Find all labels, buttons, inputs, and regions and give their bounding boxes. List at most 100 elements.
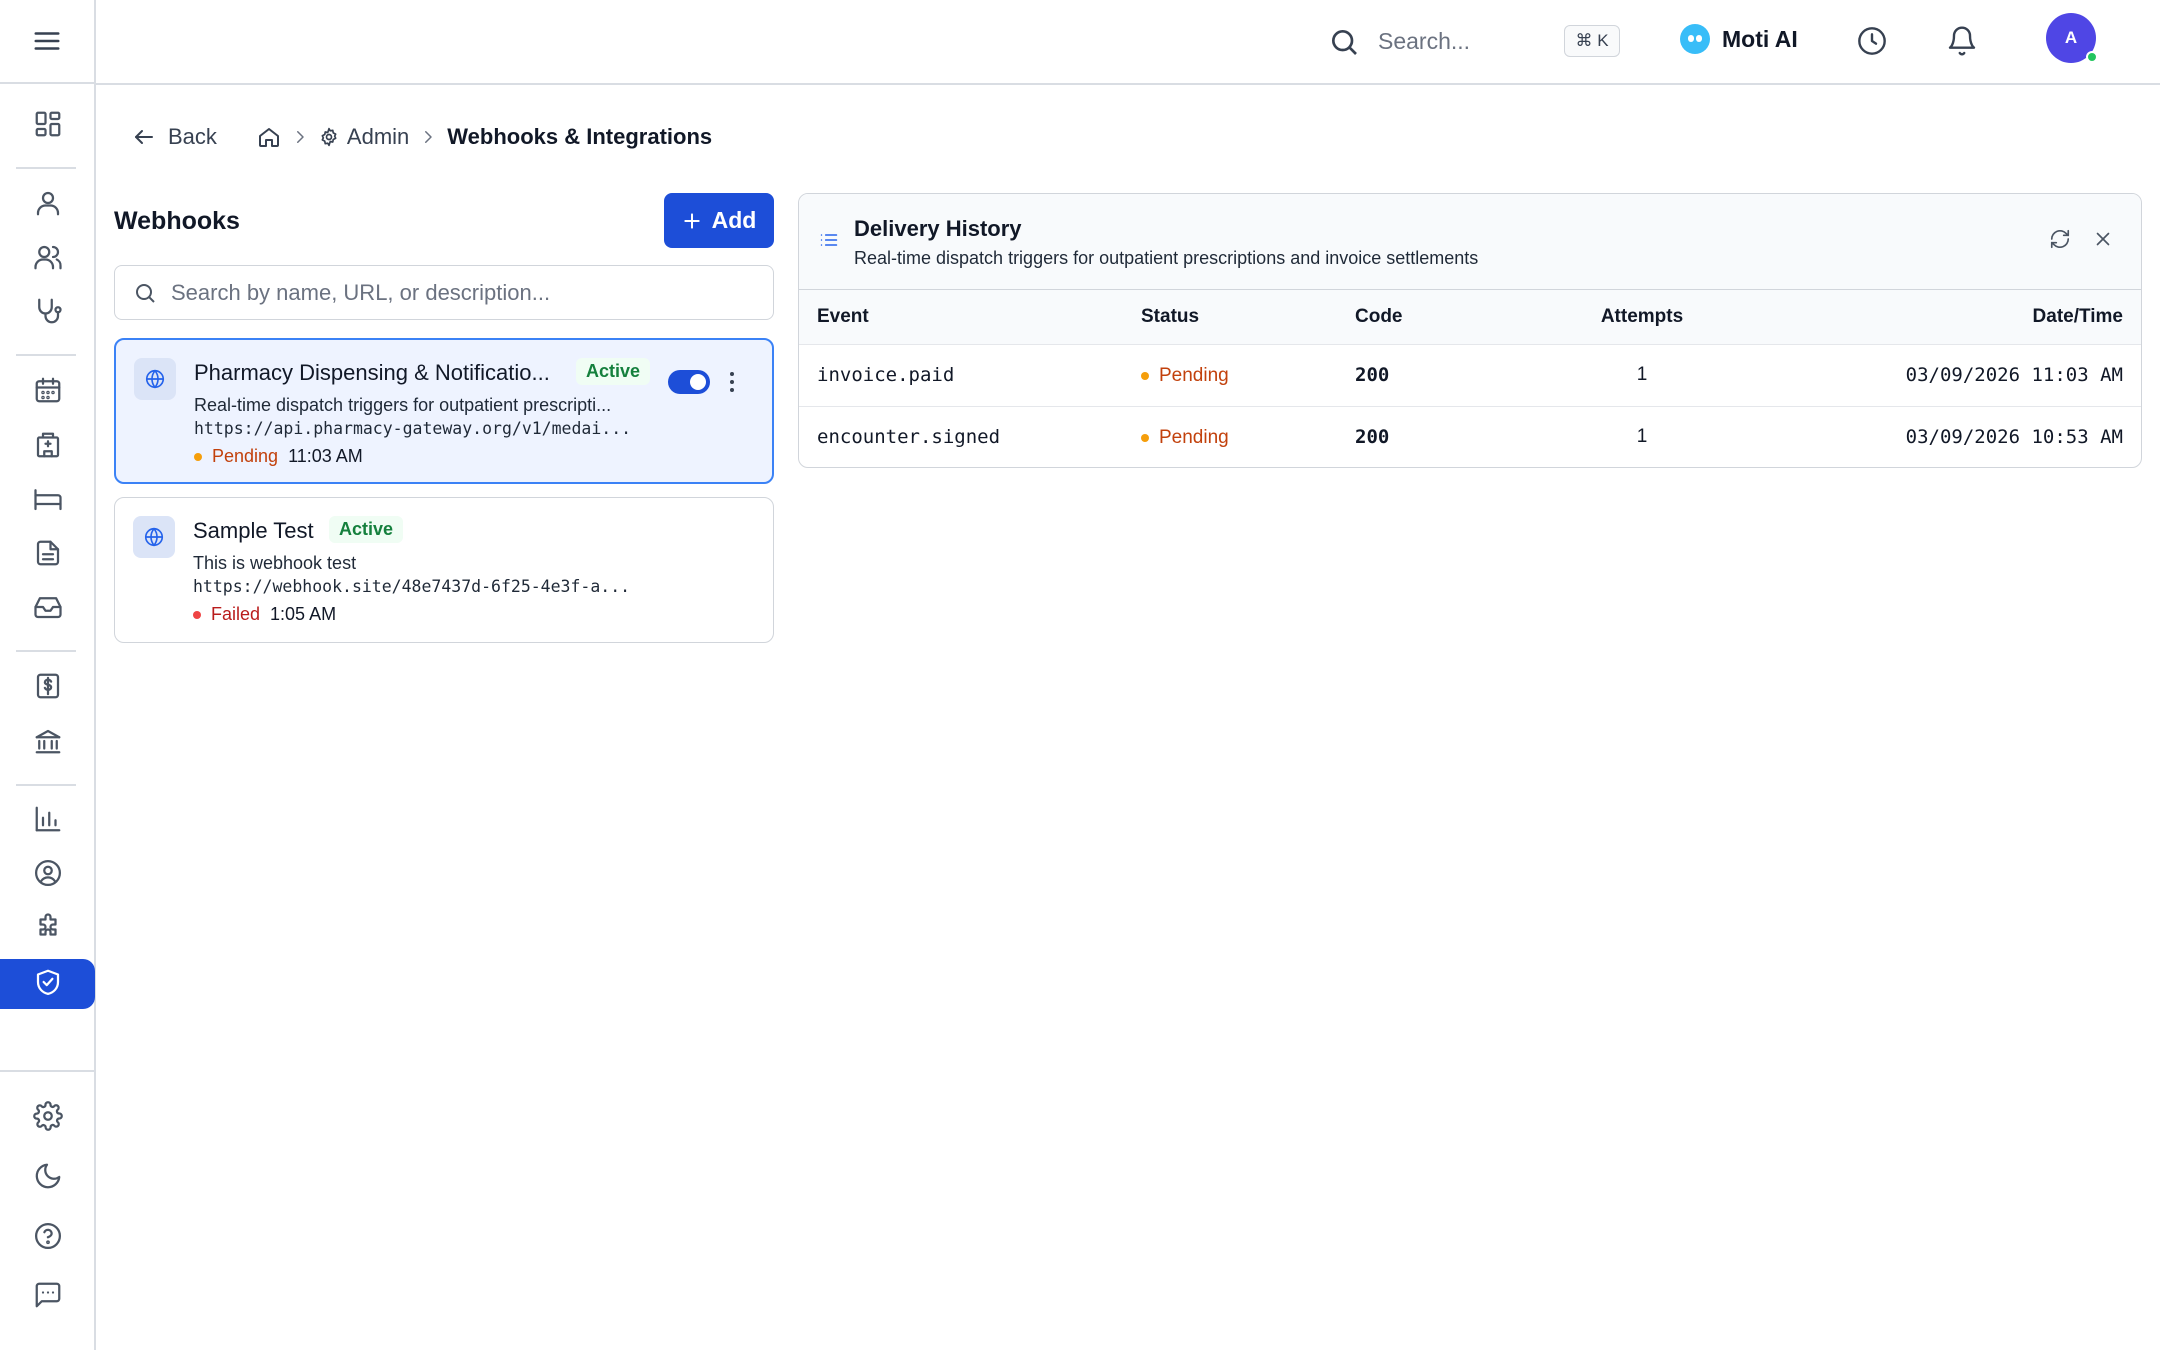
search-icon: [133, 281, 157, 305]
sidebar-item-clinical[interactable]: [0, 289, 96, 337]
delivery-status-label: Failed: [211, 604, 261, 624]
delivery-history-table: Event Status Code Attempts Date/Time inv…: [799, 290, 2141, 467]
last-delivery-status: Pending 11:03 AM: [194, 446, 363, 467]
delivery-history-header: Delivery History Real-time dispatch trig…: [799, 194, 2141, 290]
sidebar-item-profile[interactable]: [0, 851, 96, 899]
delivery-status-label: Pending: [212, 446, 279, 466]
back-button[interactable]: Back: [132, 124, 217, 150]
sidebar-header: [0, 0, 94, 84]
column-header-event[interactable]: Event: [799, 290, 1141, 345]
code-cell: 200: [1355, 426, 1390, 449]
add-webhook-button[interactable]: Add: [664, 193, 774, 248]
profile-icon: [33, 858, 63, 893]
column-header-attempts[interactable]: Attempts: [1553, 290, 1731, 345]
table-row[interactable]: invoice.paid Pending 200 1 03/09/2026 11…: [799, 344, 2141, 407]
back-label: Back: [168, 124, 217, 149]
table-header-row: Event Status Code Attempts Date/Time: [799, 290, 2141, 345]
bank-icon: [33, 726, 63, 761]
status-cell: Pending: [1141, 406, 1355, 467]
sidebar-item-finance[interactable]: [0, 719, 96, 767]
sidebar-item-documents[interactable]: [0, 531, 96, 579]
search-icon[interactable]: [1328, 26, 1360, 58]
event-cell: encounter.signed: [817, 426, 1001, 449]
home-icon[interactable]: [257, 125, 281, 149]
attempts-cell: 1: [1553, 344, 1731, 407]
datetime-cell: 03/09/2026 10:53 AM: [1905, 426, 2123, 449]
column-header-datetime[interactable]: Date/Time: [1731, 290, 2141, 345]
sidebar-item-settings[interactable]: [0, 1094, 96, 1142]
gear-icon: [319, 127, 339, 147]
webhooks-title: Webhooks: [114, 207, 240, 235]
sidebar-item-inbox[interactable]: [0, 585, 96, 633]
code-cell: 200: [1355, 344, 1553, 407]
bell-icon[interactable]: [1946, 25, 1978, 57]
settings-icon: [33, 1100, 63, 1136]
sidebar-item-dashboard[interactable]: [0, 102, 96, 150]
chart-icon: [33, 804, 63, 839]
billing-icon: [33, 671, 63, 706]
users-icon: [33, 242, 63, 277]
stethoscope-icon: [33, 296, 63, 331]
status-badge: Active: [576, 358, 651, 385]
puzzle-icon: [33, 912, 63, 947]
close-icon[interactable]: [2092, 228, 2114, 255]
history-icon[interactable]: [1856, 25, 1888, 57]
column-header-code[interactable]: Code: [1355, 290, 1553, 345]
shield-check-icon: [33, 967, 63, 1002]
sidebar-item-patients[interactable]: [0, 235, 96, 283]
sidebar-item-security[interactable]: [0, 960, 96, 1008]
status-dot: [193, 610, 201, 619]
status-label: Pending: [1159, 364, 1229, 386]
sidebar-item-user[interactable]: [0, 181, 96, 229]
add-button-label: Add: [711, 207, 757, 233]
webhook-card[interactable]: Sample Test Active This is webhook test …: [114, 497, 774, 643]
status-badge: Active: [329, 516, 404, 543]
status-label: Pending: [1159, 426, 1229, 448]
sidebar-divider: [16, 784, 76, 786]
sidebar-divider: [16, 354, 76, 356]
breadcrumb-admin[interactable]: Admin: [319, 124, 409, 150]
more-options-icon[interactable]: [726, 368, 738, 396]
inbox-icon: [33, 592, 63, 627]
delivery-history-subtitle: Real-time dispatch triggers for outpatie…: [854, 248, 1479, 268]
sidebar-item-reports[interactable]: [0, 797, 96, 845]
sidebar-item-calendar[interactable]: [0, 368, 96, 416]
moti-ai-button[interactable]: Moti AI: [1680, 24, 1798, 54]
hospital-icon: [33, 430, 63, 465]
global-search-input[interactable]: Search...: [1378, 28, 1470, 55]
help-icon: [33, 1221, 63, 1256]
search-shortcut-badge: ⌘ K: [1564, 25, 1620, 57]
arrow-left-icon: [132, 125, 156, 149]
chevron-right-icon: [419, 128, 437, 146]
top-header: Search... ⌘ K Moti AI A: [96, 0, 2160, 85]
sidebar-item-help[interactable]: [0, 1214, 96, 1262]
sidebar-item-billing[interactable]: [0, 664, 96, 712]
status-dot: [194, 452, 202, 461]
table-row[interactable]: encounter.signed Pending 200 1 03/09/202…: [799, 406, 2141, 467]
breadcrumb: Back Admin Webhooks & Integrations: [132, 122, 712, 152]
sidebar-divider: [0, 1070, 94, 1072]
webhook-card[interactable]: Pharmacy Dispensing & Notificatio... Act…: [114, 338, 774, 484]
breadcrumb-admin-label: Admin: [346, 124, 410, 149]
column-header-status[interactable]: Status: [1141, 290, 1355, 345]
sidebar-item-theme[interactable]: [0, 1154, 96, 1202]
plus-icon: [682, 211, 702, 231]
sidebar-divider: [16, 167, 76, 169]
sidebar-item-feedback[interactable]: [0, 1273, 96, 1321]
webhook-description: This is webhook test: [193, 553, 357, 573]
moon-icon: [33, 1161, 63, 1196]
online-status-dot: [2086, 51, 2098, 63]
sidebar-item-beds[interactable]: [0, 477, 96, 525]
webhook-search-input[interactable]: [171, 279, 731, 306]
webhook-name: Pharmacy Dispensing & Notificatio...: [194, 360, 550, 385]
refresh-icon[interactable]: [2049, 228, 2071, 255]
sidebar-item-integrations[interactable]: [0, 905, 96, 953]
datetime-cell: 03/09/2026 11:03 AM: [1731, 344, 2141, 407]
webhook-enabled-toggle[interactable]: [668, 370, 710, 394]
moti-ai-label: Moti AI: [1722, 25, 1798, 52]
attempts-cell: 1: [1636, 426, 1648, 448]
sidebar-item-hospital[interactable]: [0, 423, 96, 471]
menu-icon[interactable]: [32, 26, 62, 56]
sidebar-divider: [16, 650, 76, 652]
delivery-time: 11:03 AM: [288, 446, 363, 466]
